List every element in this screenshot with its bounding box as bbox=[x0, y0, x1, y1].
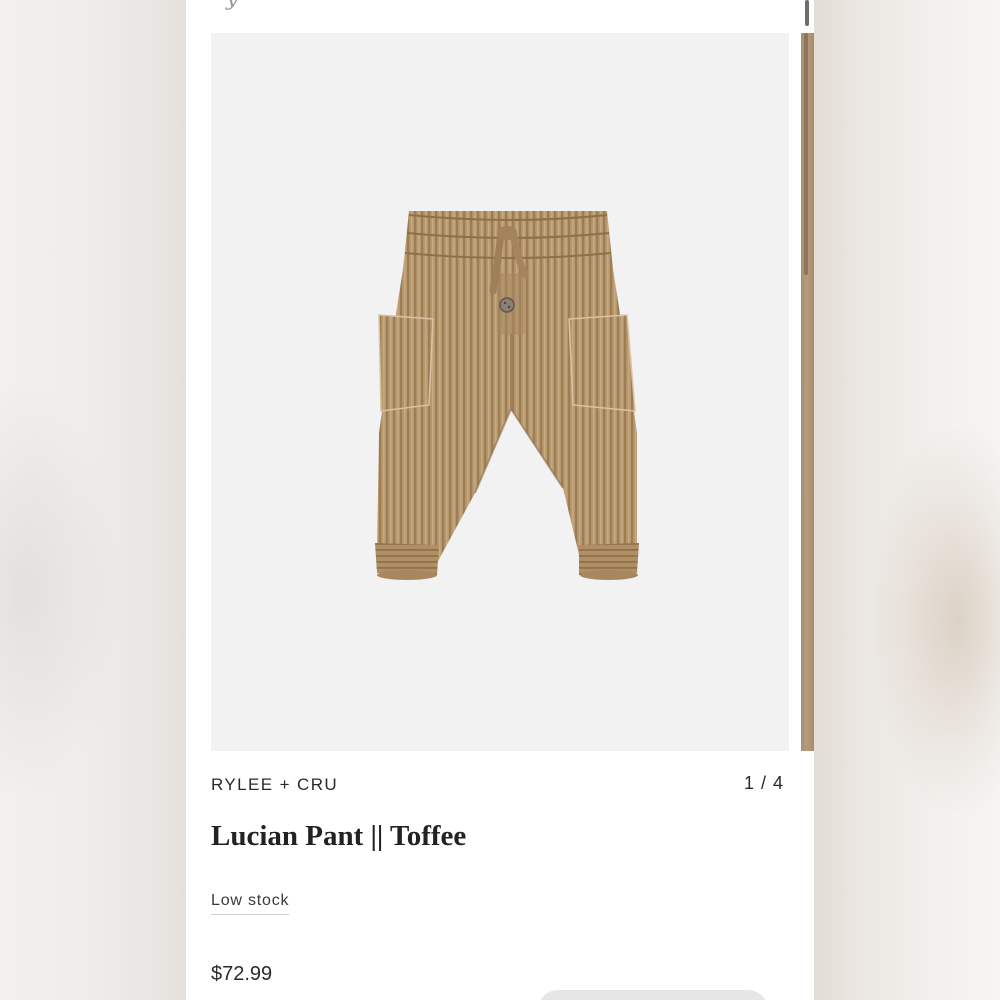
floating-action-pill[interactable] bbox=[538, 990, 768, 1000]
gallery-scroll-thumb bbox=[804, 33, 808, 275]
product-brand[interactable]: RYLEE + CRU bbox=[211, 775, 338, 795]
product-page: y bbox=[186, 0, 814, 1000]
blurred-backdrop-right bbox=[814, 0, 1000, 1000]
product-title: Lucian Pant || Toffee bbox=[211, 820, 467, 852]
store-logo-partial: y bbox=[226, 0, 238, 11]
product-image-pants[interactable] bbox=[211, 33, 789, 751]
product-price: $72.99 bbox=[211, 963, 273, 985]
blurred-backdrop-left bbox=[0, 0, 186, 1000]
image-counter: 1 / 4 bbox=[744, 773, 785, 793]
page-scrollbar[interactable] bbox=[805, 0, 809, 26]
stock-status-badge: Low stock bbox=[211, 892, 290, 915]
next-product-image-peek[interactable] bbox=[801, 33, 814, 751]
product-image-gallery[interactable] bbox=[211, 33, 789, 751]
